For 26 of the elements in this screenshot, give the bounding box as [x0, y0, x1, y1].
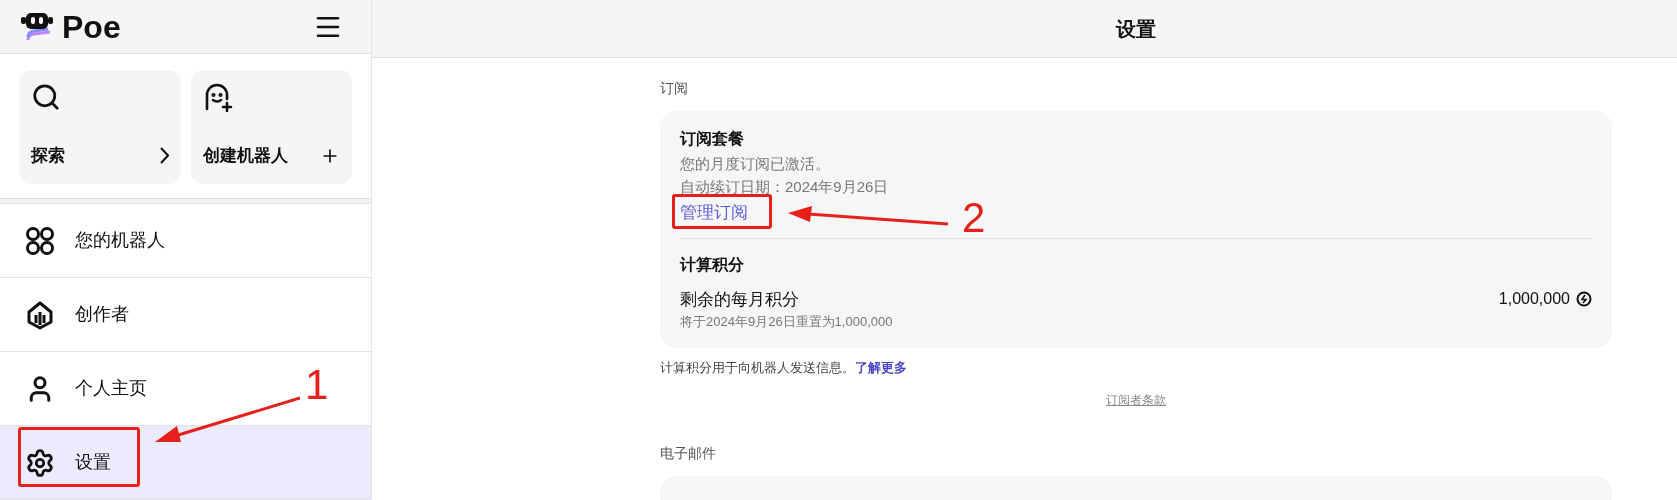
logo-text[interactable]: Poe — [62, 10, 121, 43]
plan-title: 订阅套餐 — [680, 129, 745, 149]
chart-house-icon — [25, 299, 55, 330]
bolt-circle-icon — [1576, 291, 1592, 308]
points-label: 剩余的每月积分 — [680, 288, 799, 311]
learn-more-link[interactable]: 了解更多 — [855, 359, 907, 375]
sidebar-item[interactable]: 设置 — [0, 426, 371, 500]
search-icon — [31, 82, 61, 113]
renewal-date: 自动续订日期：2024年9月26日 — [680, 176, 890, 197]
explore-button[interactable]: 探索 — [19, 70, 181, 185]
annotation-number: 2 — [962, 197, 986, 239]
create-bot-button[interactable]: 创建机器人 — [190, 70, 352, 185]
points-footnote: 计算积分用于向机器人发送信息。了解更多 — [660, 358, 908, 377]
chevron-right-icon — [159, 147, 169, 165]
page-title: 设置 — [1114, 16, 1157, 42]
points-value: 1,000,000 — [1498, 289, 1570, 310]
points-reset-note: 将于2024年9月26日重置为1,000,000 — [680, 313, 894, 331]
plan-status: 您的月度订阅已激活。 — [680, 154, 831, 174]
terms-link[interactable]: 订阅者条款 — [1106, 391, 1166, 409]
manage-subscription-link[interactable]: 管理订阅 — [680, 200, 748, 226]
settings-icon — [25, 447, 55, 478]
bots-icon — [25, 225, 55, 256]
annotation-number: 1 — [305, 364, 329, 406]
section-heading: 订阅 — [660, 79, 689, 98]
points-title: 计算积分 — [680, 254, 745, 275]
section-heading: 电子邮件 — [660, 444, 717, 463]
